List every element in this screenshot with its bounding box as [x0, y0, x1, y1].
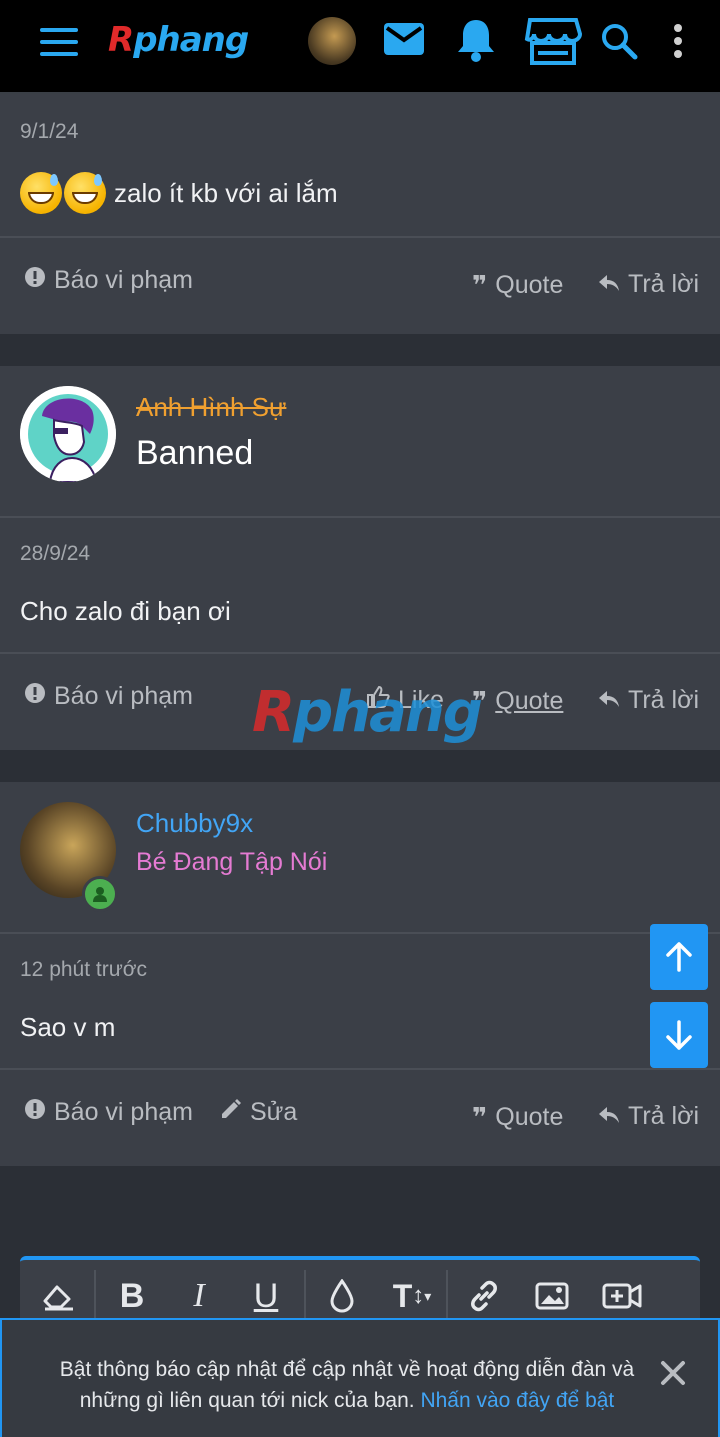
reply-icon	[598, 270, 620, 299]
top-bar: Rphang	[0, 0, 720, 94]
report-button[interactable]: Báo vi phạm	[24, 682, 193, 711]
toolbar-separator	[94, 1270, 96, 1322]
reply-icon	[598, 686, 620, 715]
menu-icon[interactable]	[40, 28, 78, 56]
reply-button[interactable]: Trả lời	[598, 686, 699, 715]
site-logo[interactable]: Rphang	[108, 20, 249, 60]
more-vertical-icon[interactable]	[668, 22, 688, 60]
link-icon[interactable]	[460, 1272, 508, 1320]
post-message: Sao v m	[20, 1012, 116, 1042]
divider	[0, 236, 720, 238]
text-size-icon[interactable]: T ↕ ▾	[382, 1272, 442, 1320]
italic-icon[interactable]: I	[175, 1272, 223, 1320]
toolbar-separator	[304, 1270, 306, 1322]
report-button[interactable]: Báo vi phạm	[24, 1098, 193, 1127]
post-message: Cho zalo đi bạn ơi	[20, 596, 231, 626]
post-user-header: Anh Hình Sự Banned	[0, 366, 720, 516]
image-icon[interactable]	[528, 1272, 576, 1320]
alert-icon	[24, 682, 46, 711]
video-icon[interactable]	[598, 1272, 646, 1320]
post-message: zalo ít kb với ai lắm	[20, 172, 338, 214]
push-notification-banner: Bật thông báo cập nhật để cập nhật về ho…	[0, 1318, 720, 1437]
underline-icon[interactable]: U	[242, 1272, 290, 1320]
avatar[interactable]	[20, 386, 116, 482]
post-date: 12 phút trước	[20, 958, 148, 981]
divider	[0, 932, 720, 934]
quote-icon: ❞	[472, 1102, 488, 1132]
bell-icon[interactable]	[456, 16, 496, 62]
quote-icon: ❞	[472, 270, 488, 300]
user-avatar[interactable]	[308, 17, 356, 65]
reply-icon	[598, 1102, 620, 1131]
bold-icon[interactable]: B	[108, 1272, 156, 1320]
store-icon[interactable]	[524, 16, 582, 66]
post-date: 28/9/24	[20, 542, 91, 565]
reply-button[interactable]: Trả lời	[598, 270, 699, 299]
arrow-up-icon	[666, 942, 692, 972]
close-icon[interactable]	[658, 1358, 688, 1388]
eraser-icon[interactable]	[34, 1272, 82, 1320]
pencil-icon	[220, 1098, 242, 1127]
thumbs-up-icon	[366, 685, 390, 715]
arrow-down-icon	[666, 1020, 692, 1050]
notification-text: Bật thông báo cập nhật để cập nhật về ho…	[59, 1358, 635, 1412]
alert-icon	[24, 266, 46, 295]
search-icon[interactable]	[600, 22, 638, 60]
username[interactable]: Anh Hình Sự	[136, 392, 286, 423]
post-card: Anh Hình Sự Banned 28/9/24 Cho zalo đi b…	[0, 366, 720, 750]
grinning-sweat-emoji	[20, 172, 62, 214]
edit-button[interactable]: Sửa	[220, 1098, 297, 1127]
quote-button[interactable]: ❞ Quote	[472, 270, 563, 301]
user-title: Bé Đang Tập Nói	[136, 848, 328, 876]
user-title: Banned	[136, 434, 254, 472]
scroll-bottom-button[interactable]	[650, 1002, 708, 1068]
quote-button[interactable]: ❞ Quote	[472, 1102, 563, 1133]
post-card: Chubby9x Bé Đang Tập Nói 12 phút trước S…	[0, 782, 720, 1166]
grinning-sweat-emoji	[64, 172, 106, 214]
enable-notification-link[interactable]: Nhấn vào đây để bật	[420, 1389, 614, 1412]
scroll-top-button[interactable]	[650, 924, 708, 990]
like-button[interactable]: Like	[366, 685, 444, 715]
divider	[0, 1068, 720, 1070]
color-drop-icon[interactable]	[318, 1272, 366, 1320]
alert-icon	[24, 1098, 46, 1127]
username[interactable]: Chubby9x	[136, 808, 253, 839]
quote-button[interactable]: ❞ Quote	[472, 686, 563, 717]
divider	[0, 516, 720, 518]
report-button[interactable]: Báo vi phạm	[24, 266, 193, 295]
post-actions: Báo vi phạm Like ❞ Quote Trả lời	[0, 682, 720, 722]
post-actions: Báo vi phạm ❞ Quote Trả lời	[0, 266, 720, 306]
mail-icon[interactable]	[383, 22, 425, 56]
divider	[0, 652, 720, 654]
reply-button[interactable]: Trả lời	[598, 1102, 699, 1131]
quote-icon: ❞	[472, 686, 488, 716]
toolbar-separator	[446, 1270, 448, 1322]
post-card: 9/1/24 zalo ít kb với ai lắm Báo vi phạm…	[0, 94, 720, 334]
post-actions: Báo vi phạm Sửa ❞ Quote Trả lời	[0, 1098, 720, 1138]
post-date: 9/1/24	[20, 120, 79, 143]
online-status-icon	[82, 876, 118, 912]
post-user-header: Chubby9x Bé Đang Tập Nói	[0, 782, 720, 932]
